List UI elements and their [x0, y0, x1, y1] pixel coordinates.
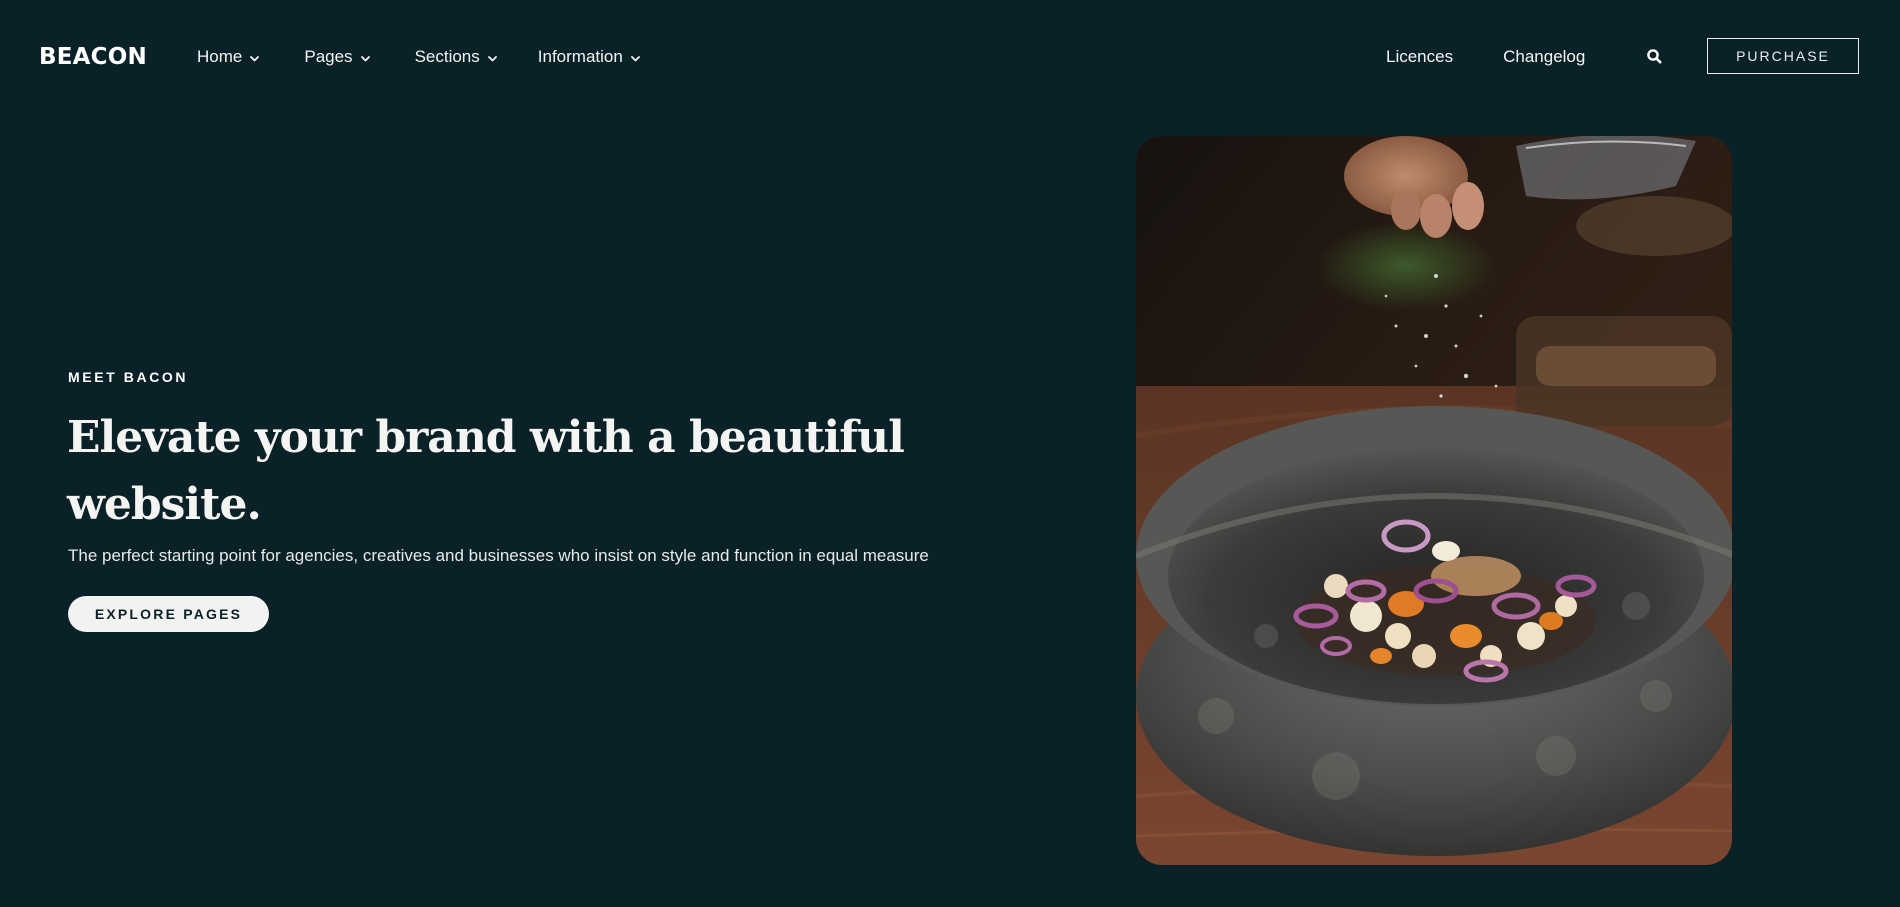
nav-item-pages[interactable]: Pages — [304, 45, 370, 69]
hero-title: Elevate your brand with a beautiful webs… — [67, 412, 905, 530]
search-icon[interactable] — [1646, 48, 1663, 65]
nav-item-information[interactable]: Information — [538, 45, 641, 69]
nav-link-licences[interactable]: Licences — [1386, 45, 1453, 69]
nav-item-home[interactable]: Home — [197, 45, 260, 69]
explore-pages-button[interactable]: EXPLORE PAGES — [68, 596, 269, 632]
secondary-nav: Licences Changelog — [1386, 45, 1585, 69]
hero-eyebrow: MEET BACON — [68, 369, 189, 385]
nav-item-label: Home — [197, 47, 243, 66]
site-header: BEACON Home Pages Sections Information L… — [0, 0, 1900, 116]
nav-item-label: Information — [537, 47, 623, 66]
nav-item-label: Sections — [414, 47, 480, 66]
purchase-button[interactable]: PURCHASE — [1707, 38, 1859, 74]
nav-item-label: Pages — [304, 47, 353, 66]
brand-logo[interactable]: BEACON — [39, 42, 147, 72]
chevron-down-icon — [487, 53, 498, 64]
chevron-down-icon — [249, 53, 260, 64]
nav-item-sections[interactable]: Sections — [415, 45, 498, 69]
primary-nav: Home Pages Sections Information — [197, 45, 685, 69]
chevron-down-icon — [360, 53, 371, 64]
nav-link-changelog[interactable]: Changelog — [1503, 45, 1585, 69]
chevron-down-icon — [630, 53, 641, 64]
hero-image — [1136, 136, 1732, 865]
hero-subtitle: The perfect starting point for agencies,… — [68, 546, 929, 565]
